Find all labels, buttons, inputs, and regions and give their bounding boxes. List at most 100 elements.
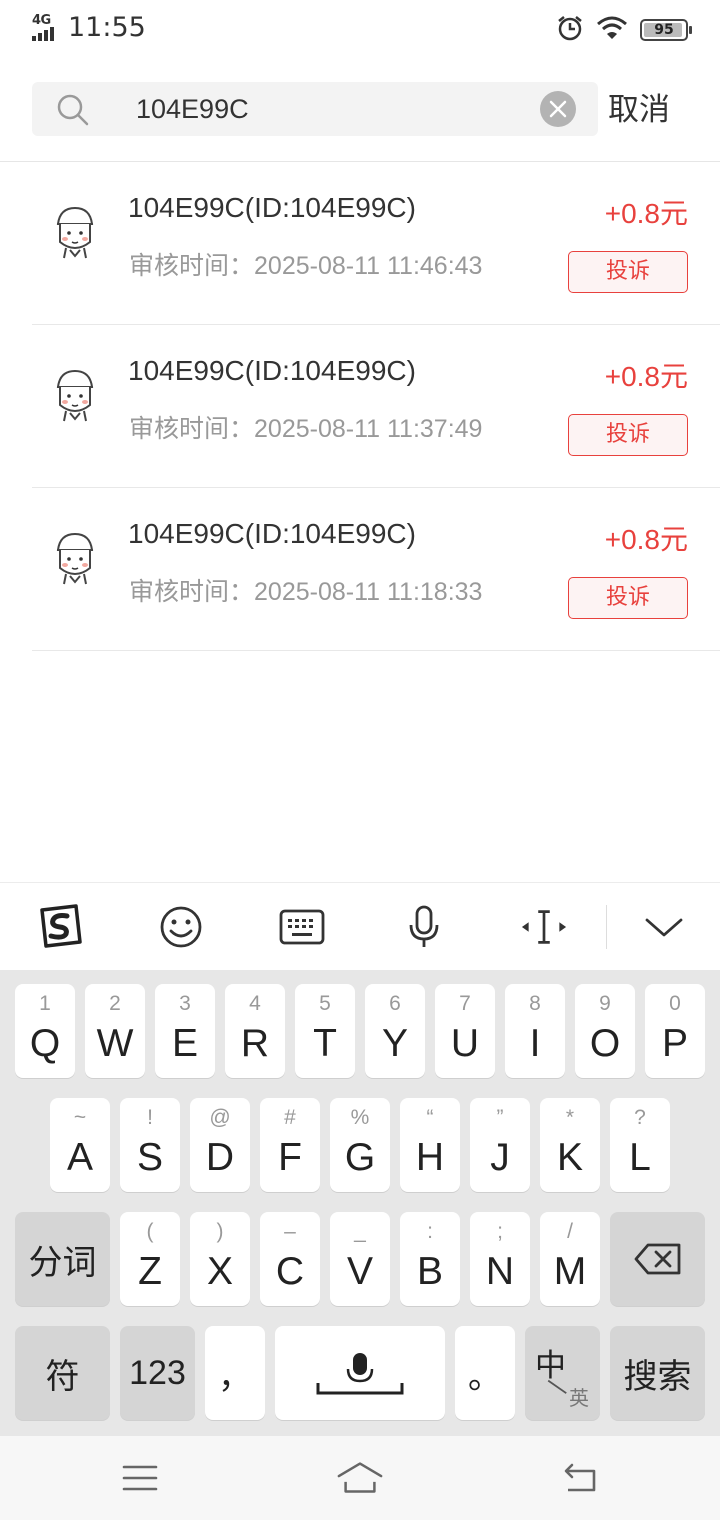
list-item[interactable]: 104E99C(ID:104E99C) 审核时间：2025-08-11 11:3… bbox=[0, 325, 720, 488]
item-review-time: 审核时间：2025-08-11 11:18:33 bbox=[129, 572, 482, 608]
key-hint: ( bbox=[146, 1220, 154, 1243]
item-amount: +0.8元 bbox=[604, 524, 688, 555]
complain-button[interactable]: 投诉 bbox=[568, 577, 688, 619]
key-label: N bbox=[485, 1250, 515, 1293]
complain-button[interactable]: 投诉 bbox=[568, 414, 688, 456]
key-b[interactable]: :B bbox=[400, 1212, 460, 1306]
status-right: 95 bbox=[556, 14, 692, 46]
key-hint: @ bbox=[209, 1106, 231, 1129]
key-hint: – bbox=[284, 1220, 296, 1243]
clear-search-button[interactable] bbox=[540, 91, 576, 127]
key-c[interactable]: – C bbox=[260, 1212, 320, 1306]
complain-button[interactable]: 投诉 bbox=[568, 251, 688, 293]
network-type: 4G bbox=[32, 12, 51, 28]
key-j[interactable]: ” J bbox=[470, 1098, 530, 1192]
key-m[interactable]: / M bbox=[540, 1212, 600, 1306]
key-l[interactable]: ? L bbox=[610, 1098, 670, 1192]
key-k[interactable]: * K bbox=[540, 1098, 600, 1192]
key-hint: ) bbox=[216, 1220, 224, 1243]
key-label: X bbox=[206, 1250, 233, 1293]
review-time-value: 2025-08-11 11:46:43 bbox=[254, 252, 483, 280]
key-hint: ! bbox=[147, 1106, 153, 1129]
key-label: B bbox=[416, 1250, 443, 1293]
item-review-time: 审核时间：2025-08-11 11:46:43 bbox=[129, 246, 482, 282]
key-r[interactable]: 4R bbox=[225, 984, 285, 1078]
sogou-logo-icon[interactable] bbox=[36, 903, 84, 951]
key-hint: 7 bbox=[459, 992, 471, 1015]
review-time-label: 审核时间： bbox=[129, 578, 255, 606]
key-q[interactable]: 1Q bbox=[15, 984, 75, 1078]
key-label: W bbox=[96, 1022, 134, 1065]
keyboard-icon[interactable] bbox=[278, 903, 326, 951]
backspace-key[interactable] bbox=[610, 1212, 705, 1306]
key-n[interactable]: ; N bbox=[470, 1212, 530, 1306]
emoji-icon[interactable] bbox=[157, 903, 205, 951]
key-v[interactable]: _ V bbox=[330, 1212, 390, 1306]
search-box[interactable] bbox=[32, 82, 598, 136]
key-label: O bbox=[589, 1022, 621, 1065]
key-label: V bbox=[346, 1250, 373, 1293]
item-title: 104E99C(ID:104E99C) bbox=[128, 518, 416, 549]
item-amount: +0.8元 bbox=[604, 361, 688, 392]
battery-icon: 95 bbox=[640, 19, 692, 41]
numbers-key[interactable]: 123 bbox=[120, 1326, 195, 1420]
back-icon[interactable] bbox=[556, 1458, 604, 1498]
key-label: 123 bbox=[129, 1353, 186, 1392]
key-hint: : bbox=[427, 1220, 433, 1243]
list-item[interactable]: 104E99C(ID:104E99C) 审核时间：2025-08-11 11:4… bbox=[0, 162, 720, 325]
key-f[interactable]: # F bbox=[260, 1098, 320, 1192]
key-hint: “ bbox=[426, 1106, 434, 1129]
key-u[interactable]: 7U bbox=[435, 984, 495, 1078]
cancel-button[interactable]: 取消 bbox=[608, 82, 670, 138]
key-hint: 5 bbox=[319, 992, 331, 1015]
item-review-time: 审核时间：2025-08-11 11:37:49 bbox=[129, 409, 482, 445]
segment-key[interactable]: 分词 bbox=[15, 1212, 110, 1306]
key-label: U bbox=[450, 1022, 480, 1065]
key-h[interactable]: “H bbox=[400, 1098, 460, 1192]
key-w[interactable]: 2W bbox=[85, 984, 145, 1078]
cursor-move-icon[interactable] bbox=[520, 903, 568, 951]
battery-level: 95 bbox=[654, 22, 674, 38]
key-hint: ; bbox=[497, 1220, 503, 1243]
menu-icon[interactable] bbox=[116, 1458, 164, 1498]
comma-key[interactable]: ， bbox=[205, 1326, 265, 1420]
key-hint: ? bbox=[634, 1106, 646, 1129]
key-d[interactable]: @ D bbox=[190, 1098, 250, 1192]
avatar bbox=[44, 528, 106, 590]
key-label: G bbox=[344, 1136, 376, 1179]
key-hint: 6 bbox=[389, 992, 401, 1015]
search-bar: 取消 bbox=[0, 82, 720, 138]
keyboard-toolbar bbox=[0, 882, 720, 970]
search-input[interactable] bbox=[136, 82, 556, 136]
key-i[interactable]: 8I bbox=[505, 984, 565, 1078]
collapse-keyboard-icon[interactable] bbox=[640, 903, 688, 951]
period-key[interactable]: 。 bbox=[455, 1326, 515, 1420]
key-hint: / bbox=[567, 1220, 573, 1243]
key-a[interactable]: ~ A bbox=[50, 1098, 110, 1192]
key-label: L bbox=[629, 1136, 651, 1179]
key-hint: ~ bbox=[73, 1106, 87, 1129]
language-switch-key[interactable]: 中 | 英 bbox=[525, 1326, 600, 1420]
key-y[interactable]: 6Y bbox=[365, 984, 425, 1078]
key-g[interactable]: % G bbox=[330, 1098, 390, 1192]
list-item[interactable]: 104E99C(ID:104E99C) 审核时间：2025-08-11 11:1… bbox=[0, 488, 720, 651]
key-hint: ” bbox=[496, 1106, 504, 1129]
key-o[interactable]: 9O bbox=[575, 984, 635, 1078]
key-hint: 4 bbox=[249, 992, 261, 1015]
key-label: ， bbox=[218, 1356, 252, 1397]
key-z[interactable]: (Z bbox=[120, 1212, 180, 1306]
status-left: 4G 11:55 bbox=[30, 12, 146, 43]
key-p[interactable]: 0P bbox=[645, 984, 705, 1078]
key-t[interactable]: 5T bbox=[295, 984, 355, 1078]
key-x[interactable]: ) X bbox=[190, 1212, 250, 1306]
home-icon[interactable] bbox=[336, 1458, 384, 1498]
microphone-icon[interactable] bbox=[400, 903, 448, 951]
key-label: S bbox=[136, 1136, 163, 1179]
search-key[interactable]: 搜索 bbox=[610, 1326, 705, 1420]
key-s[interactable]: ! S bbox=[120, 1098, 180, 1192]
lang-sub-label: 英 bbox=[569, 1386, 589, 1410]
space-key[interactable] bbox=[275, 1326, 445, 1420]
symbols-key[interactable]: 符 bbox=[15, 1326, 110, 1420]
key-e[interactable]: 3E bbox=[155, 984, 215, 1078]
key-hint: * bbox=[565, 1106, 575, 1129]
